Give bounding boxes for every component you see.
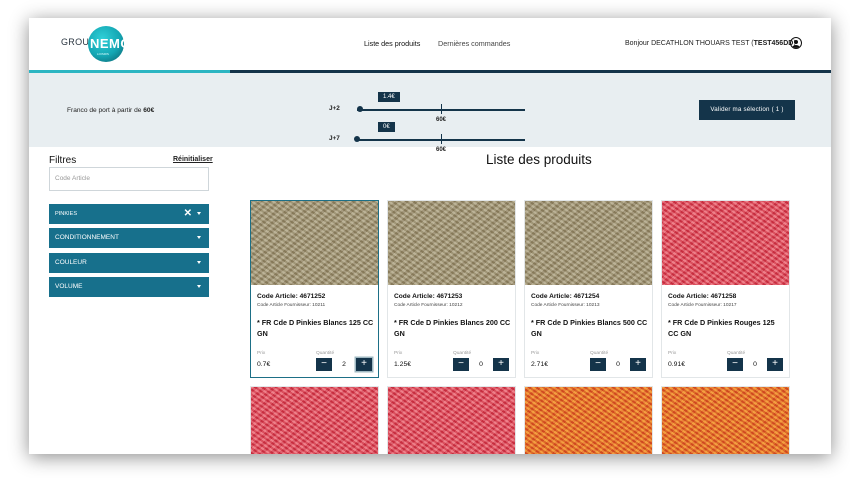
product-image[interactable] <box>251 201 378 285</box>
increase-quantity-button[interactable]: + <box>493 358 509 371</box>
app-window: GROUPE NEMO LOISIRS Liste des produits D… <box>29 18 831 454</box>
code-article-input[interactable]: Code Article <box>49 167 209 191</box>
shipping-label: J+7 <box>329 135 340 142</box>
filters-title: Filtres <box>49 155 77 166</box>
page-title: Liste des produits <box>486 152 592 167</box>
shipping-current-amount: 1.4€ <box>378 92 400 102</box>
product-price: 2.71€ <box>531 361 549 368</box>
product-name[interactable]: * FR Cde D Pinkies Blancs 200 CC GN <box>394 318 512 339</box>
shipping-progress-dot <box>354 136 360 142</box>
product-image[interactable] <box>388 201 515 285</box>
chevron-down-icon <box>197 261 201 264</box>
user-greeting: Bonjour DECATHLON THOUARS TEST (TEST456D… <box>625 40 796 47</box>
quantity-value[interactable]: 0 <box>745 361 765 368</box>
price-label: Prix <box>531 351 540 356</box>
product-image[interactable] <box>251 387 378 454</box>
shipping-progress-dot <box>357 106 364 112</box>
price-label: Prix <box>394 351 403 356</box>
product-code: Code Article: 4671252 <box>257 293 326 300</box>
validate-selection-button[interactable]: Valider ma sélection ( 1 ) <box>699 100 795 120</box>
franco-prefix: Franco de port à partir de <box>67 107 144 114</box>
product-card[interactable]: Code Article: 4671258 Code Article Fourn… <box>661 200 790 378</box>
top-header: GROUPE NEMO LOISIRS Liste des produits D… <box>29 18 831 70</box>
product-price: 1.25€ <box>394 361 412 368</box>
increase-quantity-button[interactable]: + <box>356 358 372 371</box>
greeting-code: TEST456DD <box>753 40 794 47</box>
shipping-current-amount: 0€ <box>378 122 395 132</box>
increase-quantity-button[interactable]: + <box>630 358 646 371</box>
product-code: Code Article: 4671254 <box>531 293 600 300</box>
clear-filter-icon[interactable]: ✕ <box>184 204 192 224</box>
shipping-row-j2: J+2 1.4€ 60€ <box>329 92 529 123</box>
user-account-icon[interactable] <box>790 37 802 49</box>
product-code: Code Article: 4671253 <box>394 293 463 300</box>
product-card[interactable]: Code Article: 4671253 Code Article Fourn… <box>387 200 516 378</box>
decrease-quantity-button[interactable]: − <box>590 358 606 371</box>
nav-dernieres-commandes[interactable]: Dernières commandes <box>438 39 510 48</box>
nav-liste-produits[interactable]: Liste des produits <box>364 39 420 48</box>
product-name[interactable]: * FR Cde D Pinkies Blancs 500 CC GN <box>531 318 649 339</box>
product-card[interactable] <box>250 386 379 454</box>
decrease-quantity-button[interactable]: − <box>727 358 743 371</box>
quantity-value[interactable]: 0 <box>608 361 628 368</box>
product-image[interactable] <box>662 387 789 454</box>
filter-couleur[interactable]: COULEUR <box>49 253 209 273</box>
product-image[interactable] <box>525 387 652 454</box>
product-card[interactable] <box>524 386 653 454</box>
product-card[interactable] <box>387 386 516 454</box>
filter-label: COULEUR <box>55 259 87 266</box>
product-image[interactable] <box>525 201 652 285</box>
threshold-tick <box>441 104 442 114</box>
filter-label: CONDITIONNEMENT <box>55 234 119 241</box>
logo-sub-text: LOISIRS <box>97 52 109 56</box>
franco-amount: 60€ <box>143 107 155 114</box>
chevron-down-icon <box>197 285 201 288</box>
quantity-label: Quantité <box>453 351 472 356</box>
chevron-down-icon <box>197 212 201 215</box>
filter-label: PINKIES <box>55 211 78 217</box>
product-price: 0.91€ <box>668 361 686 368</box>
supplier-code: Code Article Fournisseur: 10211 <box>257 303 326 308</box>
supplier-code: Code Article Fournisseur: 10217 <box>668 303 737 308</box>
threshold-tick <box>441 134 442 144</box>
supplier-code: Code Article Fournisseur: 10213 <box>531 303 600 308</box>
product-card[interactable] <box>661 386 790 454</box>
filter-conditionnement[interactable]: CONDITIONNEMENT <box>49 228 209 248</box>
product-card[interactable]: Code Article: 4671252 Code Article Fourn… <box>250 200 379 378</box>
filter-volume[interactable]: VOLUME <box>49 277 209 297</box>
product-code: Code Article: 4671258 <box>668 293 737 300</box>
quantity-label: Quantité <box>316 351 335 356</box>
product-price: 0.7€ <box>257 361 271 368</box>
franco-text: Franco de port à partir de 60€ <box>67 107 154 114</box>
decrease-quantity-button[interactable]: − <box>316 358 332 371</box>
price-label: Prix <box>257 351 266 356</box>
filter-pinkies[interactable]: PINKIES ✕ <box>49 204 209 224</box>
decrease-quantity-button[interactable]: − <box>453 358 469 371</box>
threshold-label: 60€ <box>436 117 447 123</box>
greeting-prefix: Bonjour DECATHLON THOUARS TEST ( <box>625 40 754 47</box>
quantity-value[interactable]: 2 <box>334 361 354 368</box>
quantity-value[interactable]: 0 <box>471 361 491 368</box>
shipping-row-j7: J+7 0€ 60€ <box>329 122 529 153</box>
product-image[interactable] <box>388 387 515 454</box>
quantity-label: Quantité <box>727 351 746 356</box>
price-label: Prix <box>668 351 677 356</box>
logo-nemo-text: NEMO <box>90 36 131 51</box>
product-name[interactable]: * FR Cde D Pinkies Blancs 125 CC GN <box>257 318 375 339</box>
groupe-nemo-logo[interactable]: GROUPE NEMO LOISIRS <box>61 26 131 62</box>
filter-label: VOLUME <box>55 283 83 290</box>
quantity-label: Quantité <box>590 351 609 356</box>
product-card[interactable]: Code Article: 4671254 Code Article Fourn… <box>524 200 653 378</box>
product-name[interactable]: * FR Cde D Pinkies Rouges 125 CC GN <box>668 318 786 339</box>
threshold-label: 60€ <box>436 147 447 153</box>
shipping-label: J+2 <box>329 105 340 112</box>
reset-filters-link[interactable]: Réinitialiser <box>173 156 213 163</box>
chevron-down-icon <box>197 236 201 239</box>
increase-quantity-button[interactable]: + <box>767 358 783 371</box>
supplier-code: Code Article Fournisseur: 10212 <box>394 303 463 308</box>
product-image[interactable] <box>662 201 789 285</box>
